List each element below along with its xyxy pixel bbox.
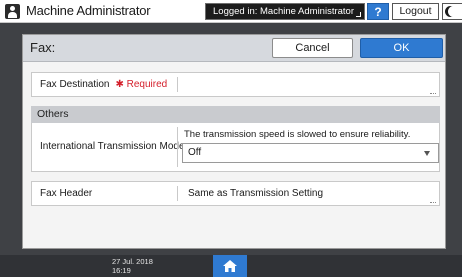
top-bar: Machine Administrator Logged in: Machine… bbox=[0, 0, 462, 23]
moon-icon bbox=[448, 6, 459, 17]
app-title: Machine Administrator bbox=[26, 3, 151, 18]
bottom-bar: 27 Jul. 2018 16:19 bbox=[0, 255, 462, 277]
dialog-title: Fax: bbox=[30, 40, 56, 55]
required-indicator: ✱ Required bbox=[115, 79, 168, 90]
fax-destination-row: Fax Destination ✱ Required bbox=[31, 72, 440, 97]
logout-button[interactable]: Logout bbox=[392, 3, 439, 20]
fax-dialog: Fax: Cancel OK Fax Destination ✱ Required… bbox=[22, 34, 446, 249]
date-text: 27 Jul. 2018 bbox=[112, 257, 153, 266]
international-mode-value: Off bbox=[188, 147, 202, 158]
row-divider bbox=[177, 127, 178, 167]
corner-icon bbox=[356, 12, 361, 17]
cancel-button[interactable]: Cancel bbox=[272, 38, 353, 58]
help-button[interactable]: ? bbox=[367, 3, 389, 20]
home-icon bbox=[223, 260, 237, 272]
international-mode-note: The transmission speed is slowed to ensu… bbox=[184, 129, 411, 140]
home-button[interactable] bbox=[213, 255, 247, 277]
screen: Machine Administrator Logged in: Machine… bbox=[0, 0, 462, 277]
login-status-text: Logged in: Machine Administrator bbox=[213, 6, 354, 17]
dialog-header: Fax: Cancel OK bbox=[23, 35, 445, 62]
date-time: 27 Jul. 2018 16:19 bbox=[112, 257, 153, 275]
section-header-others: Others bbox=[31, 106, 440, 123]
dropdown-arrow-icon bbox=[424, 151, 430, 156]
ok-button[interactable]: OK bbox=[360, 38, 443, 58]
international-mode-label: International Transmission Mode bbox=[40, 141, 185, 152]
user-icon bbox=[5, 4, 20, 19]
fax-header-row[interactable]: Fax Header Same as Transmission Setting bbox=[31, 181, 440, 206]
grip-icon bbox=[430, 92, 436, 94]
grip-icon bbox=[430, 201, 436, 203]
time-text: 16:19 bbox=[112, 266, 131, 275]
login-status[interactable]: Logged in: Machine Administrator bbox=[205, 3, 365, 20]
international-mode-select[interactable]: Off bbox=[182, 143, 439, 163]
row-divider bbox=[177, 186, 178, 201]
fax-header-value: Same as Transmission Setting bbox=[188, 188, 324, 199]
fax-header-label: Fax Header bbox=[40, 188, 93, 199]
energy-saver-button[interactable] bbox=[442, 3, 462, 20]
fax-destination-label: Fax Destination ✱ Required bbox=[40, 79, 168, 90]
fax-destination-input[interactable] bbox=[180, 73, 438, 96]
row-divider bbox=[177, 77, 178, 92]
